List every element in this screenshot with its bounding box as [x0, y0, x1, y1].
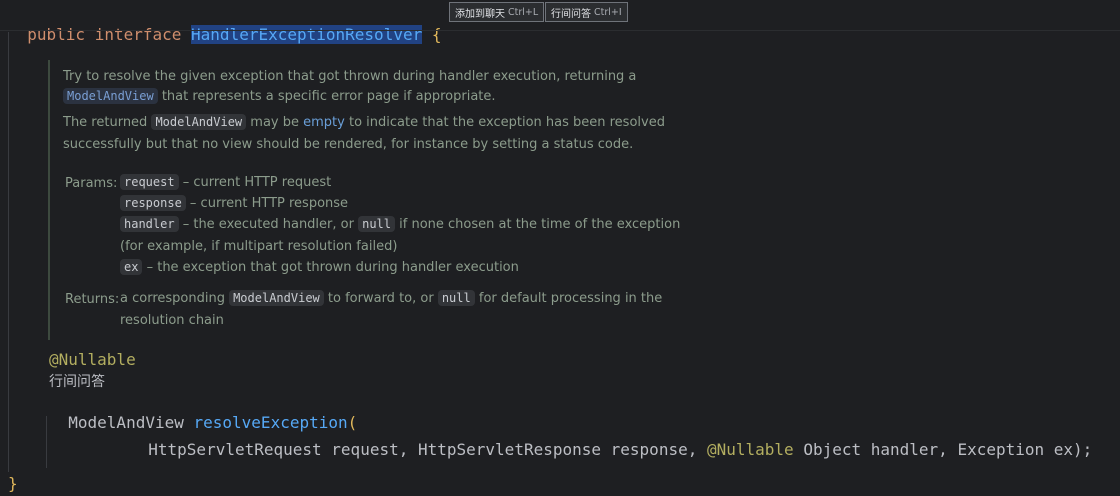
inline-qa-label: 行间问答 [551, 8, 591, 20]
add-to-chat-label: 添加到聊天 [455, 8, 505, 20]
doc-p2-text-b: may be [246, 115, 304, 130]
inline-qa-button[interactable]: 行间问答 Ctrl+I [545, 2, 628, 22]
param2-type: HttpServletResponse [417, 440, 602, 459]
inline-qa-shortcut: Ctrl+I [594, 6, 622, 18]
interface-name[interactable]: HandlerExceptionResolver [191, 25, 423, 44]
param-request-chip: request [120, 174, 179, 190]
modelandview-chip: ModelAndView [151, 114, 247, 130]
doc-p1-text: that represents a specific error page if… [157, 89, 496, 104]
method-parameters: HttpServletRequest request, HttpServletR… [129, 421, 1092, 459]
returns-line-1: a corresponding ModelAndView to forward … [120, 290, 663, 306]
returns-line-2: resolution chain [120, 313, 224, 328]
param3-annotation: @Nullable [706, 440, 794, 459]
indent-guide-inner [46, 416, 47, 468]
param2-name: response, [601, 440, 707, 459]
indent-guide-outer [8, 32, 9, 472]
keyword-public-interface: public interface [27, 25, 192, 44]
interface-declaration: public interface HandlerExceptionResolve… [8, 6, 441, 44]
returns-text-c: for default processing in the [474, 291, 663, 306]
javadoc-block: Try to resolve the given exception that … [48, 60, 690, 340]
param-handler-continuation: (for example, if multipart resolution fa… [120, 239, 398, 254]
doc-p2-text-a: The returned [63, 115, 152, 130]
param-handler-desc: – the executed handler, or [178, 217, 359, 232]
param-handler-desc-2: if none chosen at the time of the except… [395, 217, 681, 232]
param-request-desc: – current HTTP request [178, 175, 332, 190]
empty-link[interactable]: empty [303, 115, 345, 130]
null-chip: null [358, 216, 395, 232]
open-brace: { [422, 25, 442, 44]
doc-paragraph-1-line-2: ModelAndView that represents a specific … [63, 88, 496, 104]
param-ex: ex – the exception that got thrown durin… [120, 259, 519, 275]
close-brace: } [8, 474, 18, 493]
nullable-annotation: @Nullable [49, 350, 136, 369]
params-label: Params: [65, 176, 118, 191]
param-request: request – current HTTP request [120, 174, 332, 190]
add-to-chat-button[interactable]: 添加到聊天 Ctrl+L [449, 2, 545, 22]
returns-null-chip: null [437, 290, 475, 306]
param-response: response – current HTTP response [120, 195, 349, 211]
doc-paragraph-1-line-1: Try to resolve the given exception that … [63, 69, 637, 84]
param-response-chip: response [120, 195, 186, 211]
param-response-desc: – current HTTP response [185, 196, 349, 211]
modelandview-link-chip[interactable]: ModelAndView [63, 88, 158, 104]
editor-separator [0, 30, 1120, 31]
returns-text-b: to forward to, or [323, 291, 438, 306]
doc-p2-text-c: to indicate that the exception has been … [344, 115, 665, 130]
param3-rest: Object handler, Exception ex); [793, 440, 1093, 459]
param1-type: HttpServletRequest [148, 440, 322, 459]
inline-qa-hint[interactable]: 行间问答 [49, 371, 105, 391]
param-handler: handler – the executed handler, or null … [120, 216, 681, 232]
returns-modelandview-chip: ModelAndView [229, 290, 324, 306]
param-ex-chip: ex [120, 259, 143, 275]
doc-paragraph-2-line-1: The returned ModelAndView may be empty t… [63, 114, 665, 130]
returns-text-a: a corresponding [120, 291, 230, 306]
param-ex-desc: – the exception that got thrown during h… [142, 260, 519, 275]
param1-name: request, [321, 440, 418, 459]
doc-paragraph-2-line-2: successfully but that no view should be … [63, 137, 634, 152]
add-to-chat-shortcut: Ctrl+L [508, 6, 539, 18]
returns-label: Returns: [65, 292, 120, 307]
param-handler-chip: handler [120, 216, 179, 232]
